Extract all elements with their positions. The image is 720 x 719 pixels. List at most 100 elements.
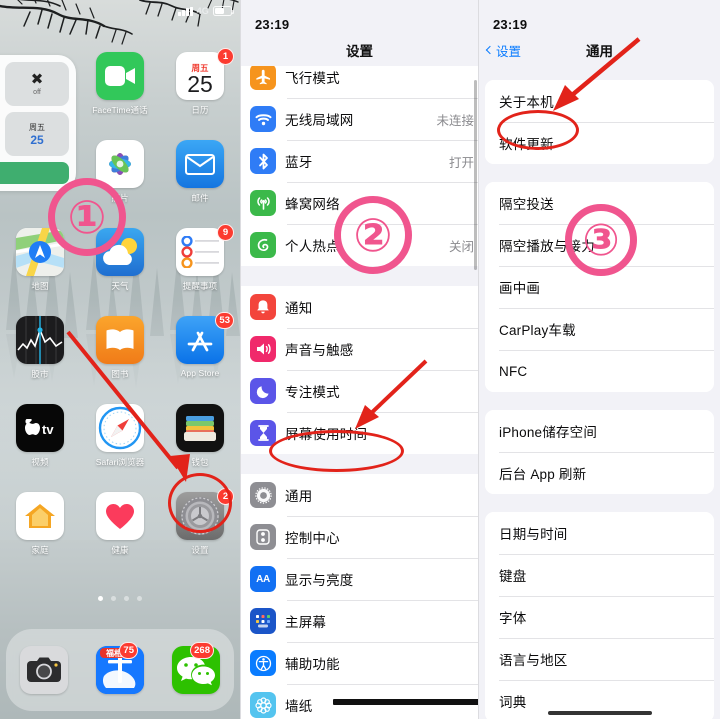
app-facetime[interactable]: FaceTime通话 (80, 52, 160, 128)
general-row-software-update[interactable]: 软件更新 (485, 122, 714, 164)
app-appstore[interactable]: 53 App Store (160, 312, 240, 392)
app-stocks[interactable]: 股市 (0, 316, 80, 392)
general-row-carplay[interactable]: CarPlay车载 (485, 308, 714, 350)
widget-toggle-tile[interactable]: ✖ off (5, 62, 69, 106)
dock-app-camera[interactable] (20, 646, 68, 694)
app-health[interactable]: 健康 (80, 492, 160, 568)
app-home[interactable]: 家庭 (0, 492, 80, 568)
battery-icon (213, 6, 234, 16)
general-group-about: 关于本机 软件更新 (485, 80, 714, 164)
general-row-language-region[interactable]: 语言与地区 (485, 638, 714, 680)
settings-row-display-brightness[interactable]: AA 显示与亮度 (241, 558, 478, 600)
app-label: FaceTime通话 (92, 105, 148, 115)
settings-row-bluetooth[interactable]: 蓝牙 打开 (241, 140, 478, 182)
general-row-about[interactable]: 关于本机 (485, 80, 714, 122)
dock-app-alipay[interactable]: 75 福相伴 (96, 642, 144, 694)
app-label: 图书 (111, 369, 129, 379)
settings-row-wifi[interactable]: 无线局域网 未连接 (241, 98, 478, 140)
page-dot (98, 596, 103, 601)
camera-icon (20, 646, 68, 694)
row-label: 语言与地区 (499, 653, 568, 668)
appletv-icon: tv (16, 404, 64, 452)
focus-icon (250, 378, 276, 404)
app-label: 设置 (191, 545, 209, 555)
app-label: 地图 (31, 281, 49, 291)
general-row-date-time[interactable]: 日期与时间 (485, 512, 714, 554)
row-label: CarPlay车载 (499, 323, 576, 338)
app-calendar[interactable]: 1 周五 25 日历 (160, 48, 240, 128)
row-label: 控制中心 (285, 531, 340, 546)
annotation-step-two: ② (334, 196, 412, 274)
settings-row-focus[interactable]: 专注模式 (241, 370, 478, 412)
row-label: 个人热点 (285, 239, 340, 254)
row-label: 声音与触感 (285, 343, 354, 358)
row-label: 后台 App 刷新 (499, 467, 587, 482)
settings-row-screen-time[interactable]: 屏幕使用时间 (241, 412, 478, 454)
app-books[interactable]: 图书 (80, 316, 160, 392)
mail-icon (176, 140, 224, 188)
row-label: 软件更新 (499, 137, 554, 152)
app-safari[interactable]: Safari浏览器 (80, 404, 160, 480)
settings-scrollbar[interactable] (474, 80, 477, 270)
app-label: 提醒事项 (182, 281, 218, 291)
settings-row-general[interactable]: 通用 (241, 474, 478, 516)
general-group-storage: iPhone储存空间 后台 App 刷新 (485, 410, 714, 494)
row-label: 飞行模式 (285, 71, 340, 86)
settings-row-notifications[interactable]: 通知 (241, 286, 478, 328)
app-wallet[interactable]: 钱包 (160, 404, 240, 480)
general-row-nfc[interactable]: NFC (485, 350, 714, 392)
general-group-localization: 日期与时间 键盘 字体 语言与地区 词典 (485, 512, 714, 719)
general-nav-bar: 设置 通用 (479, 34, 720, 66)
chevron-left-icon (485, 45, 495, 55)
widget-weekday: 周五 (29, 122, 45, 132)
row-label: 无线局域网 (285, 113, 354, 128)
general-row-background-app-refresh[interactable]: 后台 App 刷新 (485, 452, 714, 494)
page-indicator-dots[interactable] (0, 596, 240, 601)
general-row-keyboard[interactable]: 键盘 (485, 554, 714, 596)
iphone-home-screen: 4G テ ✖ off 19 周五 25 (0, 0, 240, 719)
back-button[interactable]: 设置 (485, 41, 521, 60)
page-dot (124, 596, 129, 601)
row-label: 蓝牙 (285, 155, 313, 170)
app-mail[interactable]: 邮件 (160, 140, 240, 216)
settings-status-bar: 23:19 (241, 0, 478, 34)
badge-count: 1 (217, 48, 234, 65)
health-icon (96, 492, 144, 540)
settings-row-accessibility[interactable]: 辅助功能 (241, 642, 478, 684)
books-icon (96, 316, 144, 364)
general-status-bar: 23:19 (479, 0, 720, 34)
home-indicator (547, 711, 652, 715)
row-label: 显示与亮度 (285, 573, 354, 588)
app-reminders[interactable]: 9 提醒事项 (160, 224, 240, 304)
hotspot-icon (250, 232, 276, 258)
home-dock: 75 福相伴 268 (6, 629, 234, 711)
row-label: 通知 (285, 301, 313, 316)
annotation-step-one: ① (48, 178, 126, 256)
widget-date-tile[interactable]: 周五 25 (5, 112, 69, 156)
settings-row-airplane-mode[interactable]: 飞行模式 (241, 66, 478, 98)
settings-row-sounds-haptics[interactable]: 声音与触感 (241, 328, 478, 370)
app-label: 家庭 (31, 545, 49, 555)
screentime-icon (250, 420, 276, 446)
stocks-icon (16, 316, 64, 364)
row-label: 字体 (499, 611, 527, 626)
app-settings[interactable]: 2 设置 (160, 488, 240, 568)
airplane-icon (250, 66, 276, 90)
widget-progress-bar (0, 162, 69, 184)
settings-row-control-center[interactable]: 控制中心 (241, 516, 478, 558)
badge-count: 53 (215, 312, 234, 329)
settings-list[interactable]: 飞行模式 无线局域网 未连接 蓝牙 打开 蜂窝网络 个人热点 关闭 通知 声音与… (241, 66, 478, 719)
general-row-fonts[interactable]: 字体 (485, 596, 714, 638)
row-label: 通用 (285, 489, 313, 504)
home-icon (16, 492, 64, 540)
general-list[interactable]: 关于本机 软件更新 隔空投送 隔空播放与接力 画中画 CarPlay车载 NFC… (479, 66, 720, 719)
general-row-iphone-storage[interactable]: iPhone储存空间 (485, 410, 714, 452)
row-label: 关于本机 (499, 95, 554, 110)
ios-settings-screen: 23:19 设置 飞行模式 无线局域网 未连接 蓝牙 打开 蜂窝网络 个人热点 … (240, 0, 478, 719)
app-appletv[interactable]: tv 视频 (0, 404, 80, 480)
dock-app-wechat[interactable]: 268 (172, 642, 220, 694)
row-label: 日期与时间 (499, 527, 568, 542)
app-label: 视频 (31, 457, 49, 467)
settings-row-home-screen[interactable]: 主屏幕 (241, 600, 478, 642)
home-widget-stack[interactable]: テ ✖ off 19 周五 25 (0, 55, 76, 191)
